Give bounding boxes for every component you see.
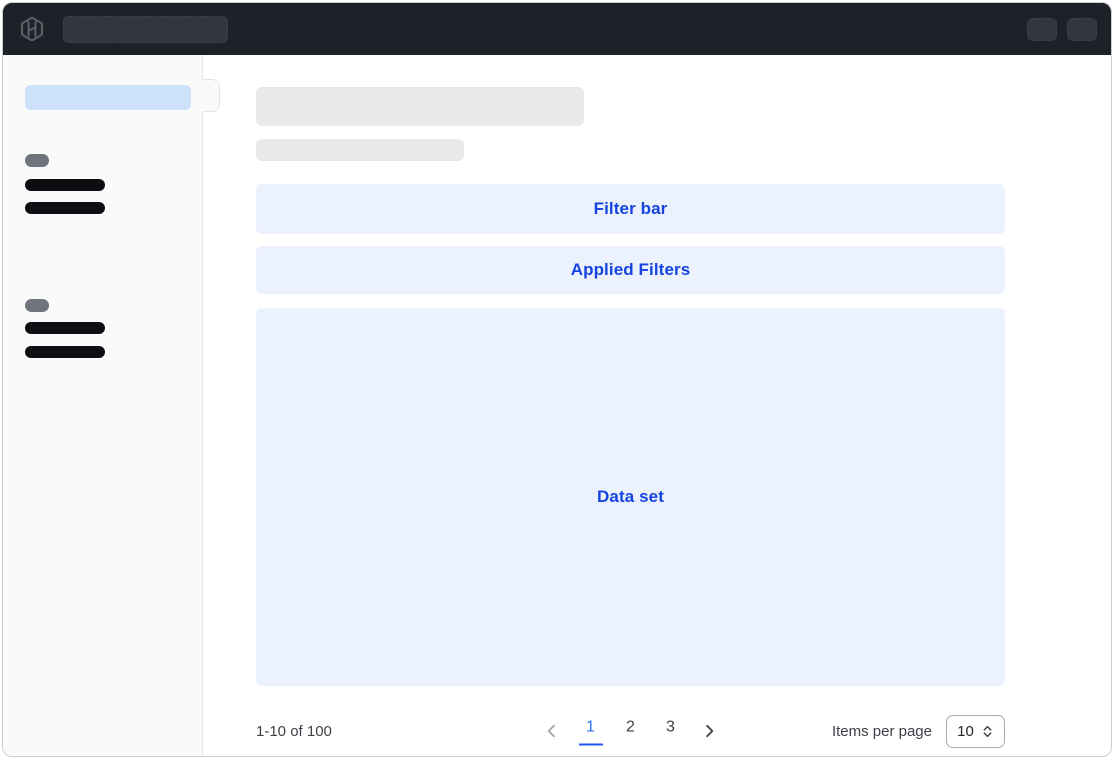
sidebar-toggle-notch[interactable] xyxy=(202,79,220,112)
sidebar xyxy=(3,55,203,757)
applied-filters-label: Applied Filters xyxy=(571,260,691,280)
filter-bar-panel: Filter bar xyxy=(256,184,1005,234)
app-window: Filter bar Applied Filters Data set 1-10… xyxy=(2,2,1112,757)
prev-page-button[interactable] xyxy=(541,720,563,742)
hashicorp-logo-icon xyxy=(19,16,45,42)
top-nav xyxy=(3,3,1111,55)
page-size-value: 10 xyxy=(957,723,974,740)
page-size-select[interactable]: 10 xyxy=(946,715,1005,748)
next-page-button[interactable] xyxy=(699,720,721,742)
pagination-nav: 1 2 3 xyxy=(541,717,721,746)
app-body: Filter bar Applied Filters Data set 1-10… xyxy=(3,55,1111,757)
chevron-right-icon xyxy=(702,724,717,739)
items-per-page-label: Items per page xyxy=(832,723,932,740)
sidebar-item-skeleton-1 xyxy=(25,179,105,191)
pagination-bar: 1-10 of 100 1 2 3 xyxy=(256,708,1005,754)
sidebar-item-skeleton-4 xyxy=(25,346,105,358)
page-number-1[interactable]: 1 xyxy=(579,717,603,746)
page-subtitle-skeleton xyxy=(256,139,464,161)
items-per-page-group: Items per page 10 xyxy=(832,715,1005,748)
chevron-left-icon xyxy=(544,724,559,739)
page-number-3[interactable]: 3 xyxy=(659,717,683,746)
nav-action-skeleton-2 xyxy=(1067,18,1097,41)
filter-bar-label: Filter bar xyxy=(594,199,668,219)
sidebar-section-label-skeleton-1 xyxy=(25,154,49,167)
data-set-label: Data set xyxy=(597,487,664,507)
up-down-caret-icon xyxy=(981,724,994,739)
sidebar-section-label-skeleton-2 xyxy=(25,299,49,312)
page-number-2[interactable]: 2 xyxy=(619,717,643,746)
sidebar-active-item-skeleton xyxy=(25,85,191,110)
pagination-range-text: 1-10 of 100 xyxy=(256,723,332,740)
sidebar-item-skeleton-3 xyxy=(25,322,105,334)
sidebar-item-skeleton-2 xyxy=(25,202,105,214)
page-title-skeleton xyxy=(256,87,584,126)
main-content: Filter bar Applied Filters Data set 1-10… xyxy=(203,55,1111,757)
nav-search-skeleton xyxy=(63,16,228,43)
data-set-panel: Data set xyxy=(256,308,1005,686)
applied-filters-panel: Applied Filters xyxy=(256,246,1005,294)
nav-action-skeleton-1 xyxy=(1027,18,1057,41)
